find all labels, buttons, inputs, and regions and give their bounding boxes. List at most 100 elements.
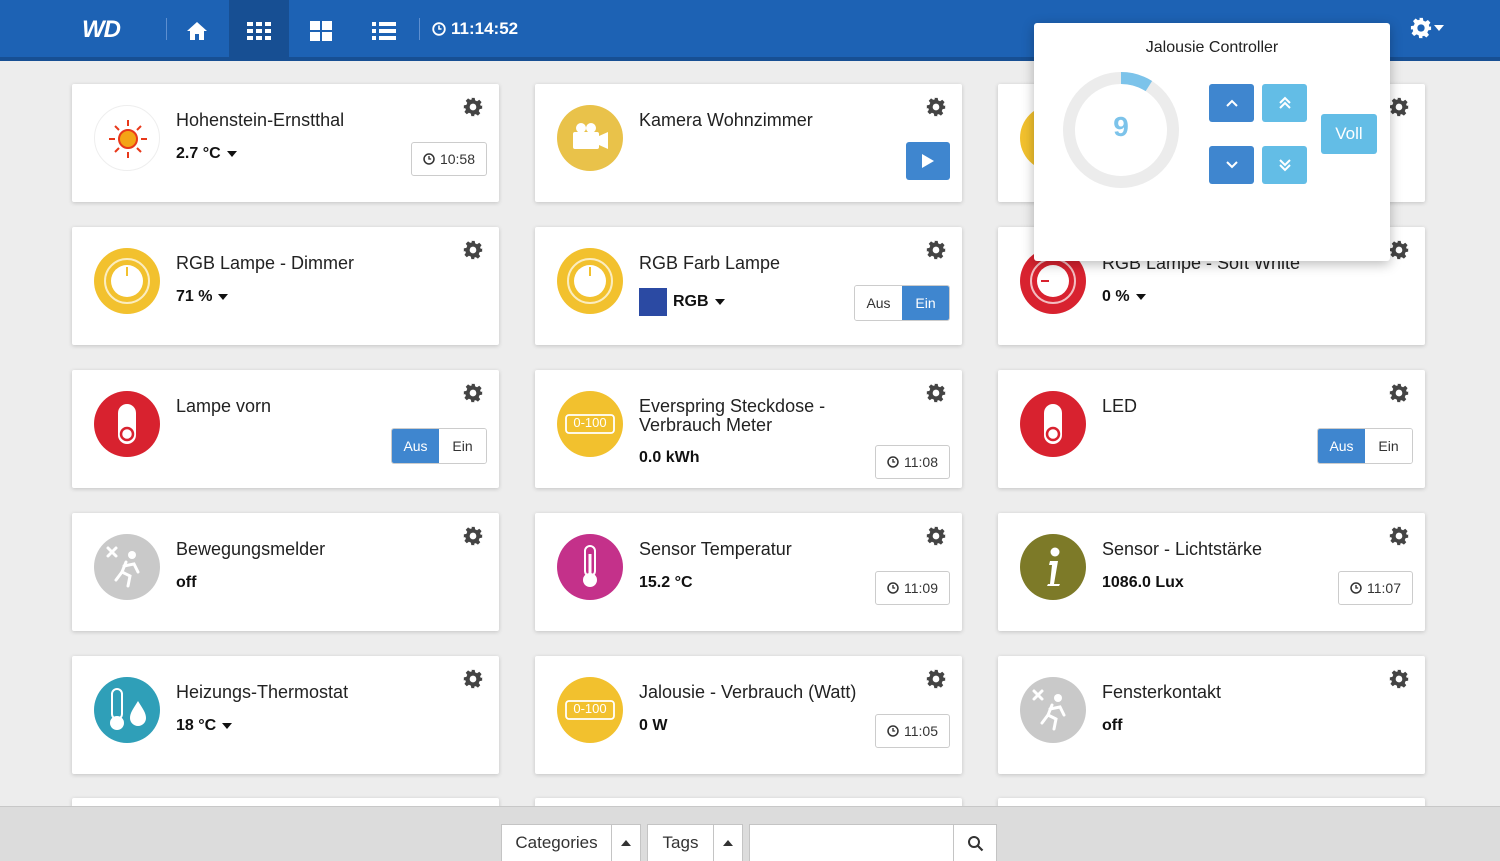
home-button[interactable] <box>167 0 227 61</box>
card-settings-button[interactable] <box>926 526 946 551</box>
device-value: off <box>176 574 197 591</box>
device-card-rgb[interactable]: RGB Farb Lampe RGB Aus Ein <box>535 227 962 345</box>
voll-button[interactable]: Voll <box>1321 114 1377 154</box>
search-button[interactable] <box>953 824 997 861</box>
double-chevron-down-icon <box>1278 159 1291 172</box>
device-value-dropdown[interactable]: 0 % <box>1102 288 1146 306</box>
timestamp-badge: 11:07 <box>1338 571 1413 605</box>
device-card-led[interactable]: LED Aus Ein <box>998 370 1425 488</box>
device-title: Hohenstein-Ernstthal <box>176 110 345 130</box>
clock-icon <box>887 582 899 594</box>
device-value-dropdown[interactable]: 2.7 °C <box>176 145 237 163</box>
tiles-view-button[interactable] <box>291 0 351 61</box>
step-up-button[interactable] <box>1209 84 1254 122</box>
device-card-lampe-vorn[interactable]: Lampe vorn Aus Ein <box>72 370 499 488</box>
double-chevron-up-icon <box>1278 96 1291 109</box>
thermometer-icon <box>557 534 623 600</box>
categories-button[interactable]: Categories <box>501 824 612 861</box>
device-card-bewegungsmelder[interactable]: Bewegungsmelder off <box>72 513 499 631</box>
card-settings-button[interactable] <box>463 383 483 408</box>
tags-toggle[interactable] <box>713 824 743 861</box>
meter-label: 0-100 <box>573 701 607 716</box>
switch-icon <box>94 391 160 457</box>
card-settings-button[interactable] <box>1389 97 1409 122</box>
level-value: 9 <box>1113 111 1129 142</box>
card-settings-button[interactable] <box>463 669 483 694</box>
caret-down-icon <box>222 723 233 729</box>
device-value: 1086.0 Lux <box>1102 574 1184 591</box>
clock: 11:14:52 <box>432 19 518 39</box>
device-card-dimmer[interactable]: RGB Lampe - Dimmer 71 % <box>72 227 499 345</box>
gear-icon <box>1389 526 1409 546</box>
timestamp: 11:07 <box>1367 580 1401 596</box>
gear-icon <box>1389 383 1409 403</box>
gear-icon <box>926 383 946 403</box>
full-down-button[interactable] <box>1262 146 1307 184</box>
list-view-button[interactable] <box>354 0 414 61</box>
on-button[interactable]: Ein <box>439 429 486 463</box>
device-title: Lampe vorn <box>176 396 272 416</box>
gear-icon <box>1389 97 1409 117</box>
device-card-camera[interactable]: Kamera Wohnzimmer <box>535 84 962 202</box>
list-icon <box>372 21 396 40</box>
chevron-down-icon <box>1225 161 1238 169</box>
device-title: Sensor - Lichtstärke <box>1102 539 1263 559</box>
step-down-button[interactable] <box>1209 146 1254 184</box>
device-card-fensterkontakt[interactable]: Fensterkontakt off <box>998 656 1425 774</box>
tiles-icon <box>310 20 332 41</box>
device-value: 2.7 °C <box>176 145 221 162</box>
device-title: Sensor Temperatur <box>639 539 792 559</box>
device-value-dropdown[interactable]: 71 % <box>176 288 229 306</box>
on-button[interactable]: Ein <box>1365 429 1412 463</box>
card-settings-button[interactable] <box>926 240 946 265</box>
device-card-jalousie-verbrauch[interactable]: 0-100 Jalousie - Verbrauch (Watt) 0 W 11… <box>535 656 962 774</box>
device-card-weather[interactable]: Hohenstein-Ernstthal 2.7 °C 10:58 <box>72 84 499 202</box>
grid-view-button[interactable] <box>229 0 289 61</box>
device-card-temperatur[interactable]: Sensor Temperatur 15.2 °C 11:09 <box>535 513 962 631</box>
off-button[interactable]: Aus <box>1318 429 1365 463</box>
wd-logo[interactable]: WD <box>82 16 121 44</box>
device-value: 0 W <box>639 717 668 734</box>
device-value-dropdown[interactable]: 18 °C <box>176 717 233 735</box>
card-settings-button[interactable] <box>926 383 946 408</box>
off-button[interactable]: Aus <box>855 286 902 320</box>
timestamp: 11:05 <box>904 723 938 739</box>
caret-down-icon <box>226 151 237 157</box>
gear-icon <box>463 240 483 260</box>
device-card-thermostat[interactable]: Heizungs-Thermostat 18 °C <box>72 656 499 774</box>
card-settings-button[interactable] <box>463 240 483 265</box>
sun-icon <box>94 105 160 171</box>
thermostat-icon <box>94 677 160 743</box>
categories-toggle[interactable] <box>611 824 641 861</box>
tags-button[interactable]: Tags <box>647 824 714 861</box>
bottom-filter-bar: Categories Tags <box>0 806 1500 861</box>
motion-icon <box>1020 677 1086 743</box>
settings-menu-button[interactable] <box>1410 17 1444 39</box>
meter-icon: 0-100 <box>557 677 623 743</box>
device-card-steckdose[interactable]: 0-100 Everspring Steckdose - Verbrauch M… <box>535 370 962 488</box>
color-dropdown[interactable]: RGB <box>639 288 725 316</box>
card-settings-button[interactable] <box>1389 383 1409 408</box>
gear-icon <box>926 97 946 117</box>
search-input[interactable] <box>749 824 954 861</box>
card-settings-button[interactable] <box>1389 240 1409 265</box>
device-title: Kamera Wohnzimmer <box>639 110 813 130</box>
card-settings-button[interactable] <box>1389 669 1409 694</box>
full-up-button[interactable] <box>1262 84 1307 122</box>
meter-icon: 0-100 <box>557 391 623 457</box>
off-button[interactable]: Aus <box>392 429 439 463</box>
caret-down-icon <box>1135 294 1146 300</box>
on-button[interactable]: Ein <box>902 286 949 320</box>
dimmer-icon <box>94 248 160 314</box>
card-settings-button[interactable] <box>463 526 483 551</box>
card-settings-button[interactable] <box>926 669 946 694</box>
card-settings-button[interactable] <box>1389 526 1409 551</box>
camera-icon <box>557 105 623 171</box>
gear-icon <box>463 526 483 546</box>
device-card-lichtstaerke[interactable]: Sensor - Lichtstärke 1086.0 Lux 11:07 <box>998 513 1425 631</box>
timestamp-badge: 11:08 <box>875 445 950 479</box>
device-title: Fensterkontakt <box>1102 682 1222 702</box>
card-settings-button[interactable] <box>926 97 946 122</box>
play-button[interactable] <box>906 142 950 180</box>
card-settings-button[interactable] <box>463 97 483 122</box>
